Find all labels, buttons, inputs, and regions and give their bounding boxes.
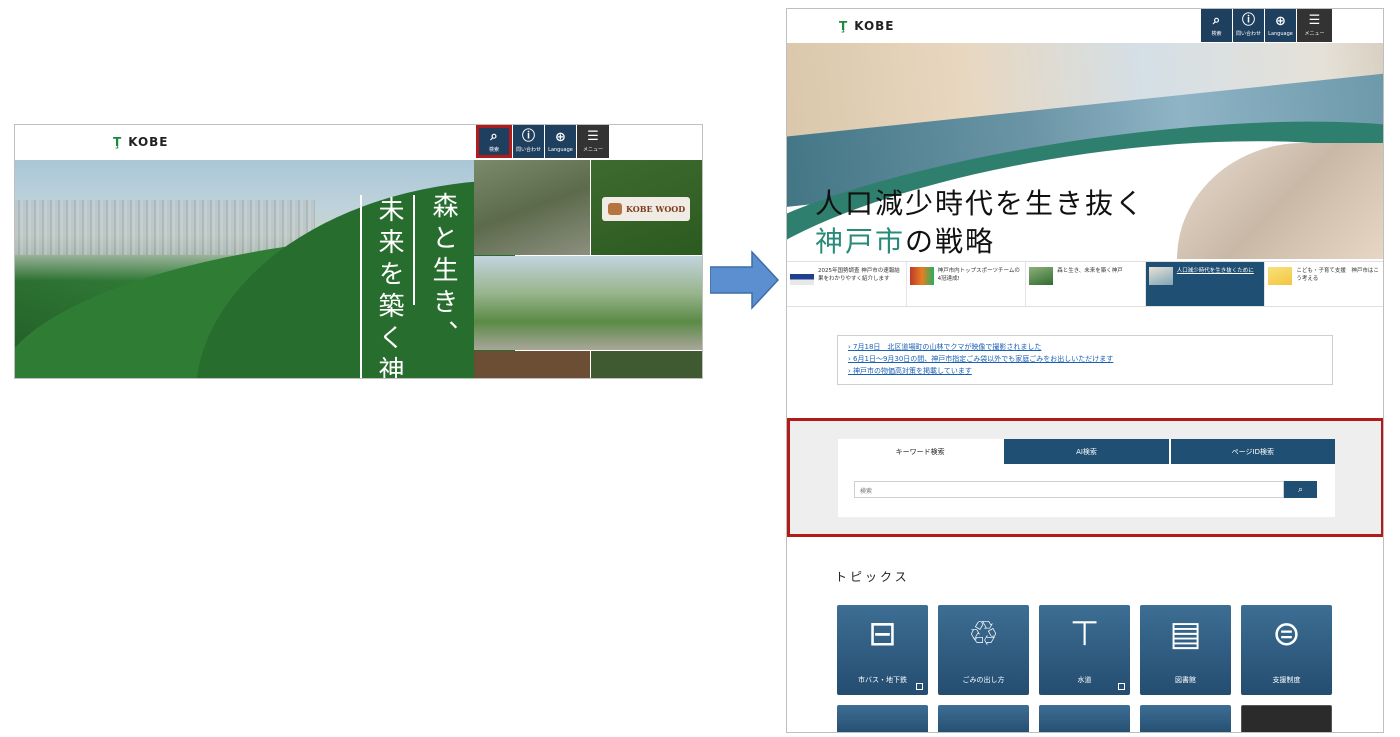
hero-banner[interactable]: 人口減少時代を生き抜く 神戸市の戦略 — [787, 43, 1383, 259]
topic-tile-water[interactable]: ⊤ 水道 — [1039, 605, 1130, 695]
search-tabs: キーワード検索 AI検索 ページID検索 — [838, 439, 1335, 464]
menu-button[interactable]: ☰ メニュー — [577, 125, 609, 158]
hero-photo-grid: KOBE WOOD — [474, 160, 702, 378]
feature-card-childcare[interactable]: こども・子育て支援 神戸市はこう考える — [1265, 262, 1383, 306]
question-icon: ⓘ — [521, 129, 535, 144]
language-button[interactable]: ⊕ Language — [545, 125, 576, 158]
search-submit-button[interactable]: ⌕ — [1284, 481, 1317, 498]
search-button[interactable]: ⌕ 検索 — [476, 125, 512, 158]
kobe-logo[interactable]: Ţ KOBE — [113, 135, 169, 149]
search-button[interactable]: ⌕ 検索 — [1201, 9, 1232, 42]
feature-carousel: 2025年国勢調査 神戸市の速報結果をわかりやすく紹介します 神戸市内トップスポ… — [787, 261, 1383, 307]
feature-card-population[interactable]: 人口減少時代を生き抜くために — [1145, 262, 1266, 306]
topic-tile-bus[interactable]: ⊟ 市バス・地下鉄 — [837, 605, 928, 695]
search-icon: ⌕ — [1297, 484, 1304, 495]
photo-volunteers — [474, 160, 590, 255]
notice-link[interactable]: › 神戸市の物価高対策を掲載しています — [848, 365, 1322, 377]
faucet-icon: ⊤ — [1069, 614, 1100, 654]
site-header: Ţ KOBE ⌕ 検索 ⓘ 問い合わせ ⊕ Language ☰ メニュー — [787, 9, 1383, 43]
external-link-icon — [916, 683, 923, 690]
city-skyline — [15, 200, 315, 255]
trash-icon: ♲ — [968, 614, 999, 654]
feature-card-census[interactable]: 2025年国勢調査 神戸市の速報結果をわかりやすく紹介します — [787, 262, 907, 306]
language-button[interactable]: ⊕ Language — [1265, 9, 1296, 42]
topic-tile-support[interactable]: ⊜ 支援制度 — [1241, 605, 1332, 695]
topic-tile-library[interactable]: ▤ 図書館 — [1140, 605, 1231, 695]
census-thumbnail — [790, 267, 814, 285]
notice-box: › 7月18日 北区道場町の山林でクマが映像で撮影されました › 6月1日～9月… — [837, 335, 1333, 385]
contact-button[interactable]: ⓘ 問い合わせ — [513, 125, 544, 158]
search-input[interactable]: 検索 — [854, 481, 1284, 498]
topic-tile-row2[interactable] — [1241, 705, 1332, 732]
external-link-icon — [1118, 683, 1125, 690]
hero-divider-short — [413, 195, 415, 305]
kobe-mark-icon: Ţ — [113, 135, 123, 149]
hero-title: 人口減少時代を生き抜く 神戸市の戦略 — [815, 187, 1146, 258]
topic-tile-garbage[interactable]: ♲ ごみの出し方 — [938, 605, 1029, 695]
search-panel: キーワード検索 AI検索 ページID検索 検索 ⌕ — [838, 439, 1335, 517]
search-open-screenshot: Ţ KOBE ⌕ 検索 ⓘ 問い合わせ ⊕ Language ☰ メニュー 人口… — [786, 8, 1384, 733]
photo-kobe-wood: KOBE WOOD — [591, 160, 702, 255]
photo-trees — [591, 351, 702, 378]
kobe-mark-icon: Ţ — [839, 19, 849, 33]
contact-button[interactable]: ⓘ 問い合わせ — [1233, 9, 1264, 42]
topic-tile-row2[interactable] — [1039, 705, 1130, 732]
hero-forest-image: 森と生き、 未来を築く神 — [15, 160, 515, 379]
wood-logo-icon — [608, 203, 622, 215]
globe-icon: ⊕ — [555, 129, 566, 145]
childcare-thumbnail — [1268, 267, 1293, 285]
hamburger-icon: ☰ — [1308, 13, 1321, 28]
population-thumbnail — [1148, 267, 1173, 285]
site-header: Ţ KOBE ⌕ 検索 ⓘ 問い合わせ ⊕ Language ☰ メニュー — [15, 125, 702, 160]
tab-page-id-search[interactable]: ページID検索 — [1170, 439, 1335, 464]
document-search-icon: ⊜ — [1272, 614, 1301, 654]
globe-icon: ⊕ — [1275, 13, 1286, 29]
kobe-logo[interactable]: Ţ KOBE — [839, 19, 895, 33]
topic-tile-row2[interactable] — [938, 705, 1029, 732]
feature-card-sports[interactable]: 神戸市内トップスポーツチームの4冠達成! — [907, 262, 1027, 306]
kobe-wood-sign: KOBE WOOD — [602, 197, 690, 221]
book-icon: ▤ — [1169, 614, 1202, 654]
menu-button[interactable]: ☰ メニュー — [1297, 9, 1332, 42]
original-screenshot: Ţ KOBE ⌕ 検索 ⓘ 問い合わせ ⊕ Language ☰ メニュー 森と… — [14, 124, 703, 379]
question-icon: ⓘ — [1241, 13, 1255, 28]
photo-park — [474, 256, 702, 350]
forest-thumbnail — [1029, 267, 1054, 285]
notice-link[interactable]: › 7月18日 北区道場町の山林でクマが映像で撮影されました — [848, 341, 1322, 353]
photo-soil — [474, 351, 590, 378]
tab-keyword-search[interactable]: キーワード検索 — [838, 439, 1003, 464]
topic-tile-row2[interactable] — [837, 705, 928, 732]
topics-heading: トピックス — [835, 570, 910, 584]
hamburger-icon: ☰ — [587, 129, 599, 144]
hero-divider — [360, 195, 362, 378]
notice-link[interactable]: › 6月1日～9月30日の間、神戸市指定ごみ袋以外でも家庭ごみをお出しいただけま… — [848, 353, 1322, 365]
hero-vertical-text-2: 未来を築く神 — [374, 196, 404, 379]
search-icon: ⌕ — [1212, 13, 1221, 28]
right-arrow-icon — [710, 250, 780, 310]
sports-thumbnail — [909, 267, 934, 285]
topic-tile-row2[interactable] — [1140, 705, 1231, 732]
search-panel-highlight: キーワード検索 AI検索 ページID検索 検索 ⌕ — [787, 418, 1383, 537]
bus-icon: ⊟ — [868, 614, 897, 654]
search-icon: ⌕ — [490, 129, 498, 144]
hero-vertical-text-1: 森と生き、 — [428, 192, 458, 352]
feature-card-forest[interactable]: 森と生き、未来を築く神戸 — [1026, 262, 1146, 306]
tab-ai-search[interactable]: AI検索 — [1004, 439, 1169, 464]
